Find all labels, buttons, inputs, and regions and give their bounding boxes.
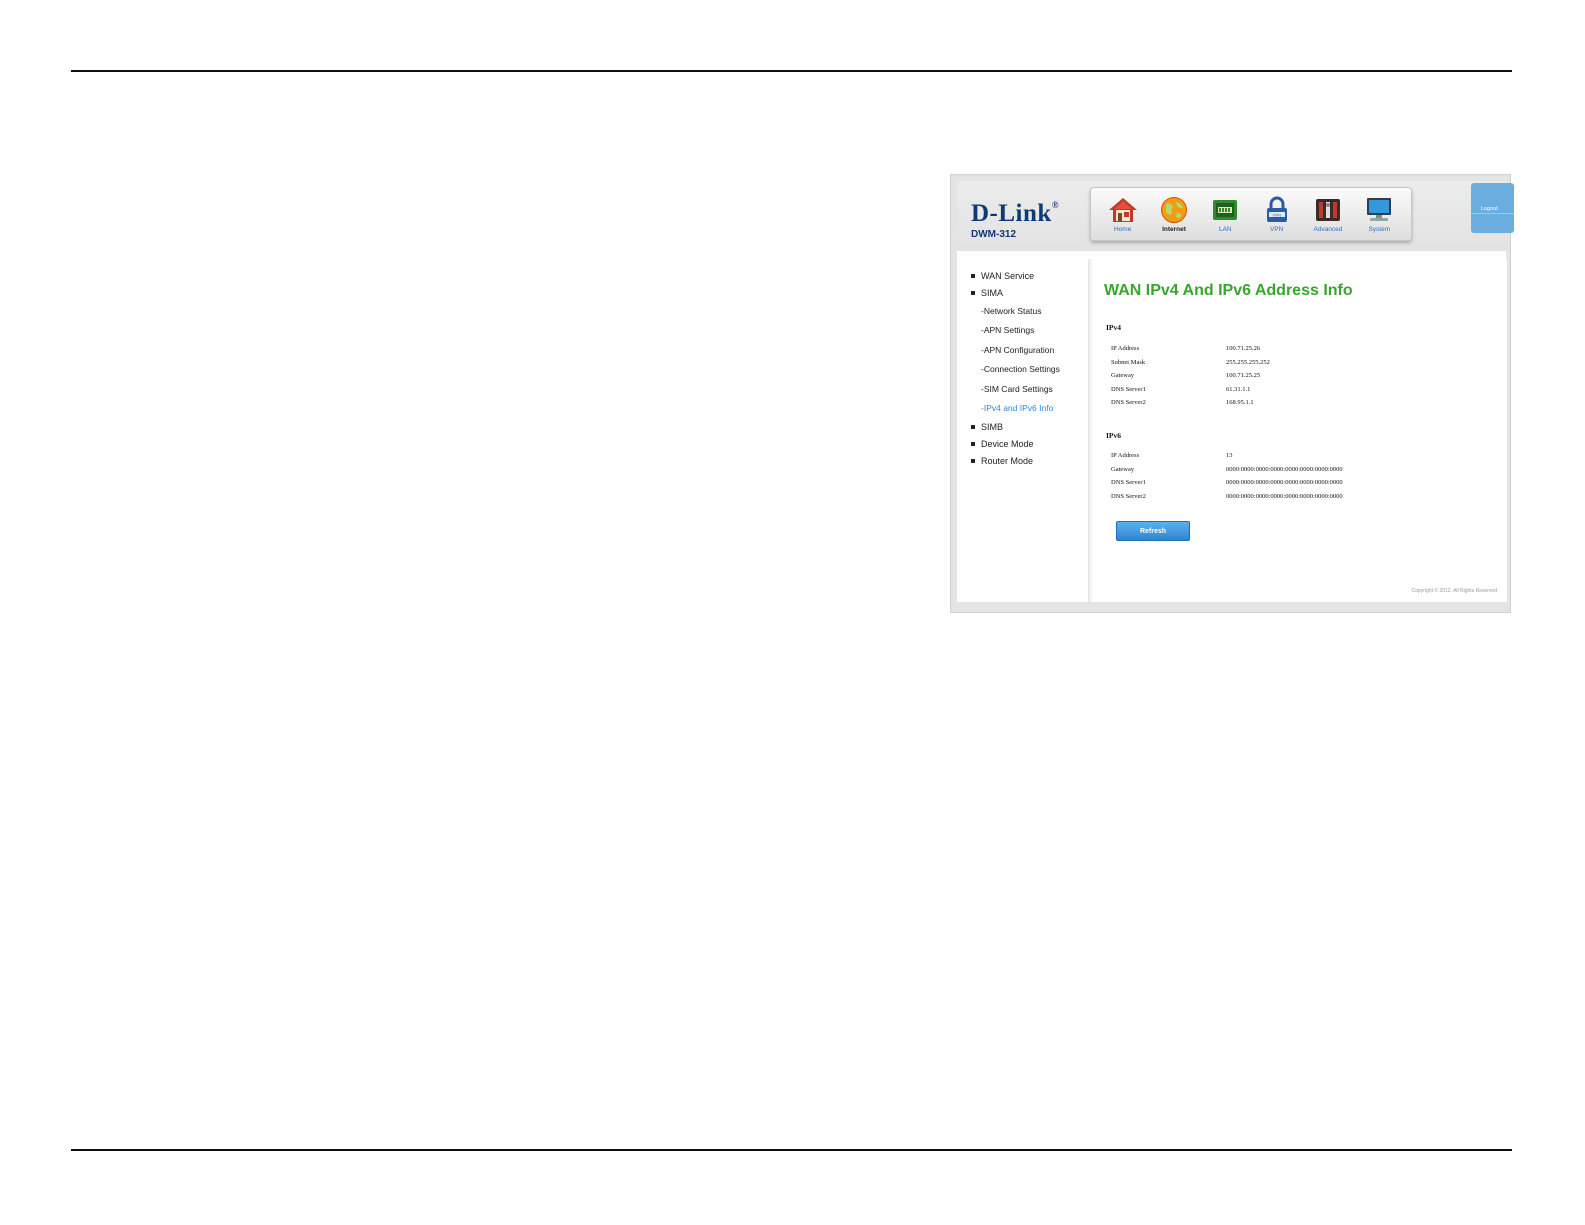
nav-vpn[interactable]: VPN VPN bbox=[1253, 196, 1301, 233]
sidebar-item-label: SIMA bbox=[981, 287, 1004, 298]
ipv4-heading: IPv4 bbox=[1106, 323, 1121, 332]
page-title: WAN IPv4 And IPv6 Address Info bbox=[1104, 282, 1353, 299]
row-value: 0000:0000:0000:0000:0000:0000:0000:0000 bbox=[1226, 492, 1343, 500]
row-label: DNS Server1 bbox=[1111, 385, 1146, 393]
row-label: Gateway bbox=[1111, 372, 1135, 379]
ipv6-row-ip-address: IP Address 13 bbox=[1111, 452, 1411, 465]
refresh-button[interactable]: Refresh bbox=[1116, 521, 1190, 541]
top-nav: Home Internet LAN VPN VPN Advanced Syste… bbox=[1090, 187, 1412, 241]
nav-lan[interactable]: LAN bbox=[1201, 196, 1249, 233]
top-rule bbox=[71, 70, 1512, 72]
sidebar-subitem-apn-configuration[interactable]: -APN Configuration bbox=[971, 340, 1091, 360]
nav-internet[interactable]: Internet bbox=[1150, 196, 1198, 233]
ipv6-heading: IPv6 bbox=[1106, 431, 1121, 440]
logout-divider bbox=[1471, 213, 1514, 214]
ipv4-row-ip-address: IP Address 100.71.25.26 bbox=[1111, 345, 1411, 358]
sidebar-item-label: Router Mode bbox=[981, 455, 1034, 466]
row-label: Subnet Mask bbox=[1111, 358, 1146, 366]
home-icon bbox=[1107, 196, 1139, 224]
row-value: 61.31.1.1 bbox=[1226, 385, 1251, 393]
bullet-icon bbox=[971, 424, 975, 429]
sidebar: WAN Service SIMA -Network Status -APN Se… bbox=[971, 267, 1091, 469]
ipv4-row-subnet-mask: Subnet Mask 255.255.255.252 bbox=[1111, 359, 1411, 372]
ipv4-row-dns-server2: DNS Server2 168.95.1.1 bbox=[1111, 399, 1411, 412]
logo-text: D-Link bbox=[971, 200, 1052, 227]
globe-icon bbox=[1158, 196, 1190, 224]
sidebar-subitem-ipv4-ipv6-info[interactable]: -IPv4 and IPv6 Info bbox=[971, 399, 1091, 419]
sidebar-subitem-connection-settings[interactable]: -Connection Settings bbox=[971, 360, 1091, 380]
router-ui-screenshot: D-Link® DWM-312 Home Internet LAN VPN VP… bbox=[950, 174, 1514, 613]
sidebar-subitem-apn-settings[interactable]: -APN Settings bbox=[971, 321, 1091, 341]
sidebar-item-wan-service[interactable]: WAN Service bbox=[971, 267, 1091, 284]
lock-icon: VPN bbox=[1261, 196, 1293, 224]
sidebar-item-label: WAN Service bbox=[981, 270, 1035, 281]
sidebar-item-simb[interactable]: SIMB bbox=[971, 418, 1091, 435]
sidebar-item-label: SIMB bbox=[981, 421, 1004, 432]
nav-home-label: Home bbox=[1113, 225, 1132, 233]
tools-icon bbox=[1312, 196, 1344, 224]
row-label: IP Address bbox=[1111, 452, 1140, 459]
bottom-rule bbox=[71, 1149, 1512, 1151]
lan-icon bbox=[1209, 196, 1241, 224]
nav-vpn-label: VPN bbox=[1269, 225, 1284, 233]
main-content: WAN IPv4 And IPv6 Address Info IPv4 IP A… bbox=[1088, 259, 1507, 602]
sidebar-item-sima[interactable]: SIMA bbox=[971, 284, 1091, 301]
row-value: 0000:0000:0000:0000:0000:0000:0000:0000 bbox=[1226, 479, 1343, 486]
row-value: 0000:0000:0000:0000:0000:0000:0000:0000 bbox=[1226, 465, 1343, 473]
router-ui-frame: D-Link® DWM-312 Home Internet LAN VPN VP… bbox=[957, 181, 1514, 602]
sidebar-subitem-sim-card-settings[interactable]: -SIM Card Settings bbox=[971, 379, 1091, 399]
row-value: 100.71.25.26 bbox=[1226, 345, 1261, 352]
sidebar-subitem-network-status[interactable]: -Network Status bbox=[971, 301, 1091, 321]
sidebar-item-device-mode[interactable]: Device Mode bbox=[971, 435, 1091, 452]
row-value: 168.95.1.1 bbox=[1226, 399, 1254, 406]
row-value: 100.71.25.25 bbox=[1226, 372, 1261, 379]
row-label: DNS Server1 bbox=[1111, 479, 1146, 486]
svg-text:VPN: VPN bbox=[1273, 212, 1281, 217]
nav-advanced-label: Advanced bbox=[1313, 225, 1343, 233]
sidebar-item-router-mode[interactable]: Router Mode bbox=[971, 452, 1091, 469]
copyright-text: Copyright © 2012. All Rights Reserved bbox=[1411, 588, 1497, 594]
row-label: IP Address bbox=[1111, 345, 1140, 352]
nav-lan-label: LAN bbox=[1218, 225, 1232, 233]
nav-system[interactable]: System bbox=[1355, 196, 1403, 233]
row-value: 13 bbox=[1226, 452, 1233, 459]
row-label: DNS Server2 bbox=[1111, 399, 1146, 406]
header: D-Link® DWM-312 Home Internet LAN VPN VP… bbox=[957, 181, 1506, 251]
row-label: Gateway bbox=[1111, 465, 1135, 473]
model-name: DWM-312 bbox=[971, 229, 1017, 240]
sidebar-item-label: Device Mode bbox=[981, 438, 1034, 449]
monitor-icon bbox=[1363, 196, 1395, 224]
bullet-icon bbox=[971, 441, 975, 446]
logout-button[interactable]: Logout bbox=[1471, 183, 1514, 233]
row-label: DNS Server2 bbox=[1111, 492, 1146, 500]
nav-home[interactable]: Home bbox=[1099, 196, 1147, 233]
brand: D-Link® DWM-312 bbox=[971, 200, 1060, 241]
dlink-logo: D-Link® bbox=[971, 200, 1060, 227]
bullet-icon bbox=[971, 290, 975, 295]
ipv6-row-gateway: Gateway 0000:0000:0000:0000:0000:0000:00… bbox=[1111, 466, 1411, 479]
ipv4-row-dns-server1: DNS Server1 61.31.1.1 bbox=[1111, 386, 1411, 399]
logo-registered-mark: ® bbox=[1051, 200, 1060, 210]
bullet-icon bbox=[971, 273, 975, 278]
ipv6-row-dns-server2: DNS Server2 0000:0000:0000:0000:0000:000… bbox=[1111, 493, 1411, 506]
ipv4-row-gateway: Gateway 100.71.25.25 bbox=[1111, 372, 1411, 385]
ipv6-row-dns-server1: DNS Server1 0000:0000:0000:0000:0000:000… bbox=[1111, 479, 1411, 492]
nav-system-label: System bbox=[1368, 225, 1391, 233]
nav-advanced[interactable]: Advanced bbox=[1304, 196, 1352, 233]
bullet-icon bbox=[971, 458, 975, 463]
row-value: 255.255.255.252 bbox=[1226, 358, 1270, 366]
logout-label: Logout bbox=[1481, 206, 1498, 212]
nav-internet-label: Internet bbox=[1162, 225, 1186, 233]
